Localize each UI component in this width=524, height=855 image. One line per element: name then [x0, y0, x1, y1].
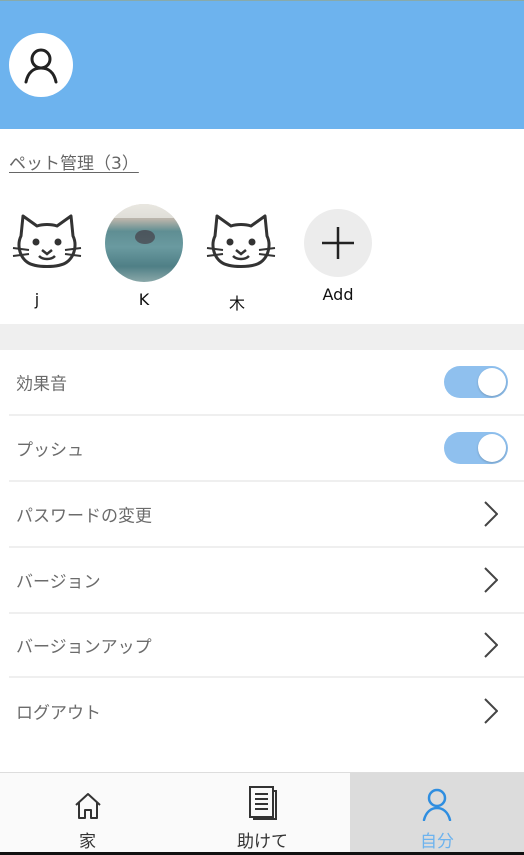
pet-item[interactable]: K	[99, 200, 189, 309]
settings-row-logout[interactable]: ログアウト	[9, 678, 524, 744]
pet-management-link[interactable]: ペット管理（3）	[9, 149, 139, 174]
user-avatar[interactable]	[9, 33, 73, 97]
profile-header	[0, 0, 524, 129]
plus-icon	[304, 209, 372, 277]
settings-row-sound-effects: 効果音	[9, 350, 524, 416]
settings-row-version-up[interactable]: バージョンアップ	[9, 614, 524, 678]
chevron-right-icon	[484, 632, 498, 658]
chevron-right-icon	[484, 698, 498, 724]
pet-name: K	[138, 290, 150, 309]
tab-label: 自分	[420, 832, 454, 852]
bottom-tab-bar: 家 助けて 自分	[0, 772, 524, 853]
pet-name: j	[34, 290, 40, 309]
settings-list: 効果音 プッシュ パスワードの変更 バージョン バージョンアップ ログアウト	[0, 350, 524, 744]
pet-item[interactable]: j	[2, 200, 92, 309]
user-icon	[422, 788, 452, 821]
settings-row-version[interactable]: バージョン	[9, 548, 524, 614]
document-icon	[248, 786, 277, 820]
settings-label: バージョンアップ	[16, 637, 152, 658]
chevron-right-icon	[484, 501, 498, 527]
cat-icon	[202, 204, 280, 282]
tab-label: 家	[79, 832, 96, 852]
settings-label: 効果音	[16, 374, 67, 395]
settings-row-push: プッシュ	[9, 416, 524, 482]
tab-help[interactable]: 助けて	[175, 773, 350, 853]
section-divider	[0, 324, 524, 350]
tab-home[interactable]: 家	[0, 773, 175, 853]
tab-label: 助けて	[237, 832, 288, 852]
home-icon	[74, 793, 101, 819]
settings-label: バージョン	[16, 572, 101, 593]
settings-label: パスワードの変更	[16, 506, 152, 527]
settings-label: ログアウト	[16, 703, 101, 724]
sound-effects-toggle[interactable]	[444, 366, 508, 398]
add-pet-button[interactable]: Add	[293, 200, 383, 304]
push-toggle[interactable]	[444, 432, 508, 464]
user-icon	[24, 48, 58, 84]
toggle-knob	[478, 368, 506, 396]
toggle-knob	[478, 434, 506, 462]
add-pet-label: Add	[322, 285, 354, 304]
cat-icon	[8, 204, 86, 282]
settings-label: プッシュ	[16, 440, 84, 461]
pet-list: j K 木 Add	[0, 200, 524, 320]
pet-item[interactable]: 木	[196, 200, 286, 314]
pet-name: 木	[228, 294, 245, 313]
chevron-right-icon	[484, 567, 498, 593]
tab-me[interactable]: 自分	[350, 773, 524, 853]
pet-photo	[105, 204, 183, 282]
settings-row-change-password[interactable]: パスワードの変更	[9, 482, 524, 548]
